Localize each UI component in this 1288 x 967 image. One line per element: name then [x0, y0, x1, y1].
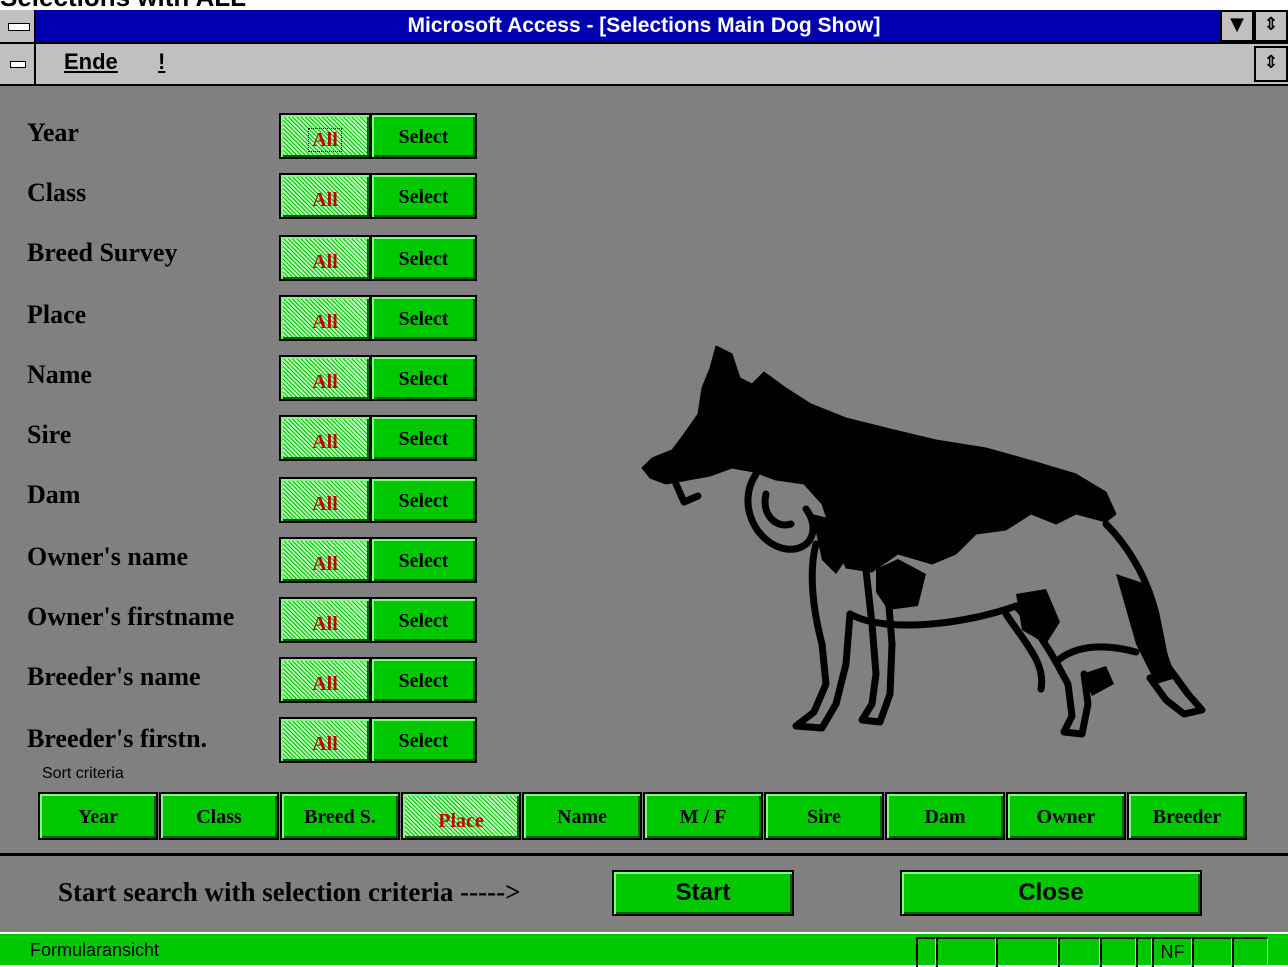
start-search-prompt: Start search with selection criteria ---…	[58, 877, 521, 907]
breeders-name-select-button[interactable]: Select	[370, 657, 477, 703]
field-class-buttons: All Select	[279, 173, 477, 219]
field-breeders-firstn-buttons: All Select	[279, 717, 477, 763]
field-dam-buttons: All Select	[279, 477, 477, 523]
field-owners-name-buttons: All Select	[279, 537, 477, 583]
class-all-button[interactable]: All	[279, 173, 371, 219]
breeders-firstn-select-button[interactable]: Select	[370, 717, 477, 763]
document-restore-button[interactable]: ⇕	[1254, 46, 1288, 82]
dam-select-button[interactable]: Select	[370, 477, 477, 523]
field-label-owners-firstname: Owner's firstname	[27, 602, 235, 631]
breed-survey-select-button[interactable]: Select	[370, 235, 477, 281]
status-cell	[996, 937, 1058, 967]
status-cell	[916, 937, 936, 967]
owners-name-all-button[interactable]: All	[279, 537, 371, 583]
field-label-dam: Dam	[27, 480, 81, 509]
window-title: Microsoft Access - [Selections Main Dog …	[407, 14, 881, 37]
name-select-button[interactable]: Select	[370, 355, 477, 401]
sort-place-button[interactable]: Place	[401, 792, 521, 840]
field-label-breed-survey: Breed Survey	[27, 238, 178, 267]
place-select-button[interactable]: Select	[370, 295, 477, 341]
field-label-breeders-firstn: Breeder's firstn.	[27, 724, 208, 753]
field-name-buttons: All Select	[279, 355, 477, 401]
close-button[interactable]: Close	[900, 870, 1202, 916]
field-sire-buttons: All Select	[279, 415, 477, 461]
window-titlebar: Microsoft Access - [Selections Main Dog …	[0, 10, 1288, 44]
status-cell	[1058, 937, 1100, 967]
sort-criteria-label: Sort criteria	[42, 765, 124, 782]
minimize-button[interactable]: ▼	[1220, 10, 1254, 42]
sire-all-button[interactable]: All	[279, 415, 371, 461]
german-shepherd-dog-image	[641, 345, 1206, 738]
breeders-name-all-button[interactable]: All	[279, 657, 371, 703]
menu-bar: Ende ! ⇕	[0, 44, 1288, 86]
sort-class-button[interactable]: Class	[159, 792, 279, 840]
field-label-name: Name	[27, 360, 92, 389]
field-place-buttons: All Select	[279, 295, 477, 341]
footer-divider	[0, 853, 1288, 856]
field-label-breeders-name: Breeder's name	[27, 662, 201, 691]
sire-select-button[interactable]: Select	[370, 415, 477, 461]
menu-ende[interactable]: Ende	[64, 49, 118, 75]
status-cell	[936, 937, 996, 967]
status-cell	[1192, 937, 1232, 967]
sort-owner-button[interactable]: Owner	[1006, 792, 1126, 840]
name-all-button[interactable]: All	[279, 355, 371, 401]
document-system-menu-button[interactable]	[0, 44, 36, 84]
dam-all-button[interactable]: All	[279, 477, 371, 523]
document-system-menu-icon	[10, 61, 26, 68]
field-label-place: Place	[27, 300, 87, 329]
breeders-firstn-all-button[interactable]: All	[279, 717, 371, 763]
year-select-button[interactable]: Select	[370, 113, 477, 159]
owners-firstname-select-button[interactable]: Select	[370, 597, 477, 643]
status-cell	[1136, 937, 1152, 967]
field-label-class: Class	[27, 178, 87, 207]
restore-button[interactable]: ⇕	[1254, 10, 1288, 42]
field-breeders-name-buttons: All Select	[279, 657, 477, 703]
sort-name-button[interactable]: Name	[522, 792, 642, 840]
field-breed-survey-buttons: All Select	[279, 235, 477, 281]
field-year-buttons: All Select	[279, 113, 477, 159]
sort-breed-s-button[interactable]: Breed S.	[280, 792, 400, 840]
sort-criteria-group: Year Class Breed S. Place Name M / F Sir…	[36, 792, 1250, 842]
sort-dam-button[interactable]: Dam	[885, 792, 1005, 840]
sort-mf-button[interactable]: M / F	[643, 792, 763, 840]
field-label-sire: Sire	[27, 420, 72, 449]
class-select-button[interactable]: Select	[370, 173, 477, 219]
menu-run[interactable]: !	[158, 49, 165, 75]
place-all-button[interactable]: All	[279, 295, 371, 341]
start-button[interactable]: Start	[612, 870, 794, 916]
sort-year-button[interactable]: Year	[38, 792, 158, 840]
status-nf-indicator: NF	[1152, 937, 1192, 967]
owners-name-select-button[interactable]: Select	[370, 537, 477, 583]
sort-breeder-button[interactable]: Breeder	[1127, 792, 1247, 840]
owners-firstname-all-button[interactable]: All	[279, 597, 371, 643]
status-cell	[1232, 937, 1268, 967]
field-label-year: Year	[27, 118, 79, 147]
status-bar: Formularansicht NF	[0, 932, 1288, 967]
breed-survey-all-button[interactable]: All	[279, 235, 371, 281]
field-label-owners-name: Owner's name	[27, 542, 189, 571]
status-text: Formularansicht	[30, 940, 160, 960]
status-cell	[1100, 937, 1136, 967]
sort-sire-button[interactable]: Sire	[764, 792, 884, 840]
year-all-button[interactable]: All	[279, 113, 371, 159]
field-owners-firstname-buttons: All Select	[279, 597, 477, 643]
